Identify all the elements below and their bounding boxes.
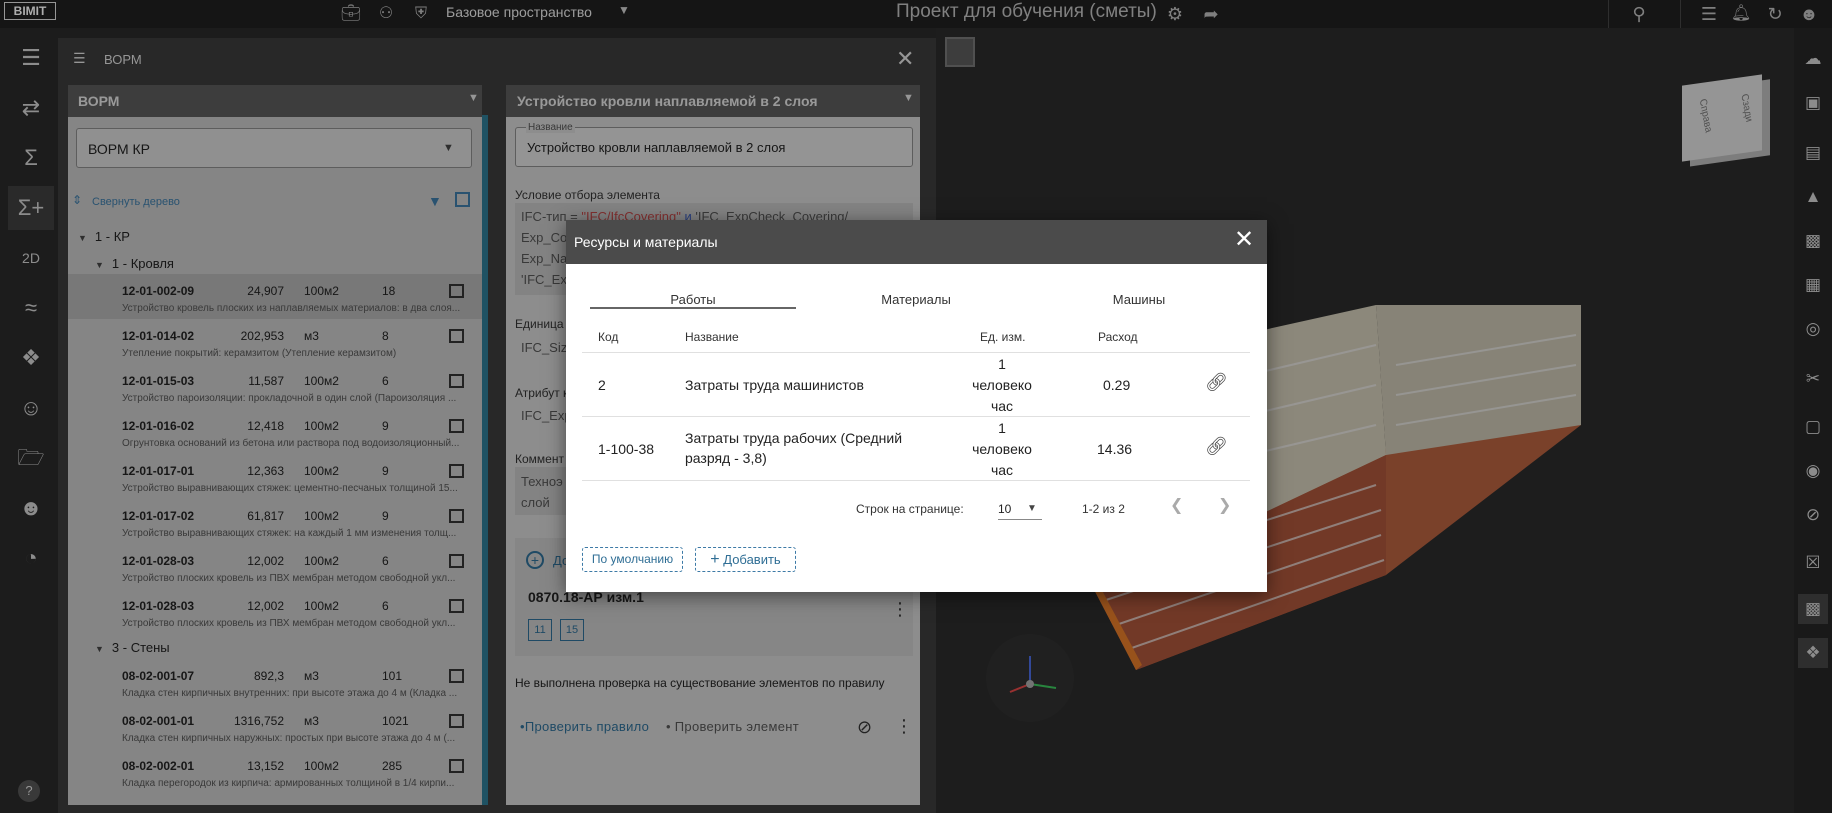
modal-title: Ресурсы и материалы [574,234,718,250]
resource-code: 1-100-38 [598,441,655,457]
resources-modal: Ресурсы и материалы ✕ Работы Материалы М… [566,220,1267,592]
resource-unit: 1 человеко час [967,418,1037,481]
resource-name: Затраты труда машинистов [685,377,864,393]
column-header-code[interactable]: Код [598,330,618,344]
add-button-label: Добавить [723,552,781,567]
column-header-name[interactable]: Название [685,330,739,344]
divider [582,416,1250,417]
unit-line: час [990,398,1014,414]
plus-icon: + [710,551,720,568]
unit-line: человеко [972,441,1032,457]
resource-rate[interactable]: 0.29 [1103,377,1130,393]
divider [582,480,1250,481]
default-button[interactable]: По умолчанию [582,547,683,572]
link-icon[interactable]: 🔗︎ [1205,372,1228,393]
tab-machines[interactable]: Машины [1036,292,1242,307]
close-icon[interactable]: ✕ [1234,228,1254,252]
column-header-unit[interactable]: Ед. изм. [980,330,1025,344]
name-line: Затраты труда рабочих (Средний [685,430,903,446]
chevron-left-icon[interactable]: ❮ [1170,495,1183,515]
chevron-down-icon[interactable]: ▼ [1027,503,1037,514]
unit-line: час [990,462,1014,478]
unit-line: человеко [972,377,1032,393]
resource-unit: 1 человеко час [967,354,1037,417]
add-button[interactable]: + Добавить [695,547,796,572]
active-tab-indicator [590,307,796,309]
divider [582,352,1250,353]
name-line: разряд - 3,8) [685,450,767,466]
tab-works[interactable]: Работы [590,292,796,307]
modal-header: Ресурсы и материалы [566,220,1267,264]
pagination-range: 1-2 из 2 [1082,502,1125,516]
resource-code: 2 [598,377,606,393]
resource-name: Затраты труда рабочих (Средний разряд - 3… [685,430,902,466]
tab-materials[interactable]: Материалы [813,292,1019,307]
unit-line: 1 [998,420,1006,436]
resource-rate[interactable]: 14.36 [1097,441,1132,457]
link-icon[interactable]: 🔗︎ [1205,436,1228,457]
chevron-right-icon[interactable]: ❯ [1218,495,1231,515]
unit-line: 1 [998,356,1006,372]
column-header-rate[interactable]: Расход [1098,330,1138,344]
rows-per-page-label: Строк на странице: [856,502,964,516]
